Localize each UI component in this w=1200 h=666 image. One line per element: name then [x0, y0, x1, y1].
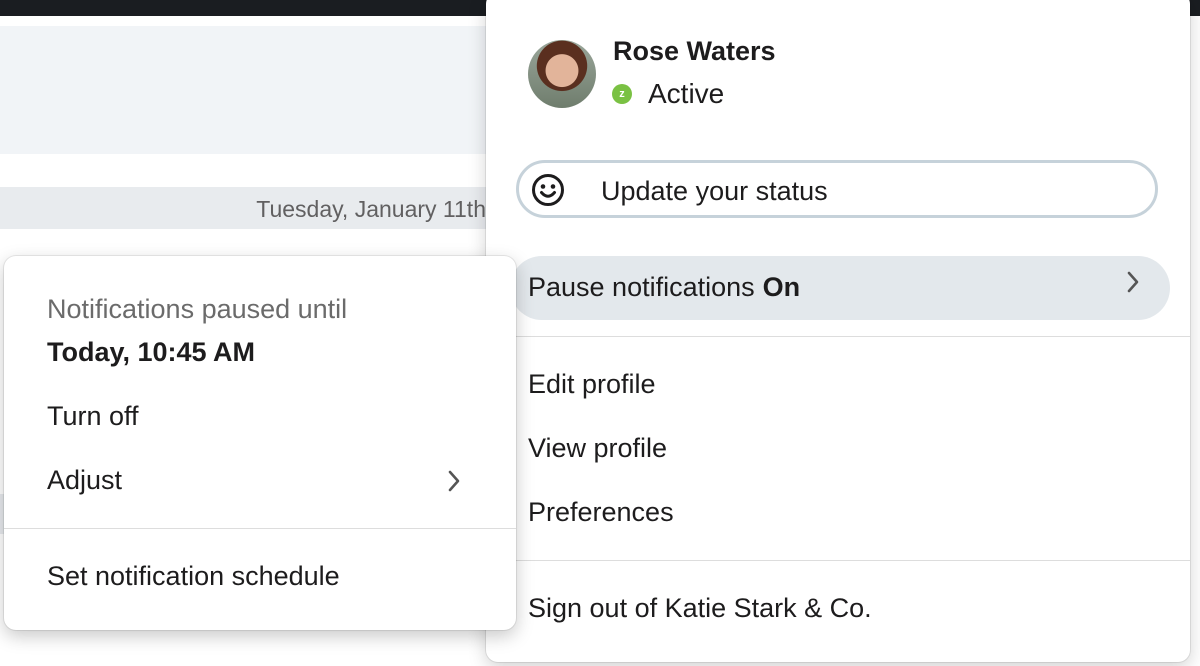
chevron-right-icon [1126, 270, 1140, 301]
turn-off-item[interactable]: Turn off [47, 401, 139, 432]
status-placeholder: Update your status [601, 176, 828, 206]
preferences-item[interactable]: Preferences [528, 497, 674, 528]
pause-notifications-item[interactable]: Pause notifications On [510, 256, 1170, 320]
submenu-divider [4, 528, 516, 529]
set-notification-schedule-item[interactable]: Set notification schedule [47, 561, 340, 592]
presence-label: Active [648, 78, 725, 109]
update-status-button[interactable]: Update your status [516, 160, 1158, 218]
adjust-label: Adjust [47, 465, 123, 495]
edit-profile-item[interactable]: Edit profile [528, 369, 656, 400]
pause-notifications-state: On [762, 272, 801, 302]
menu-divider [486, 560, 1190, 561]
paused-until-time: Today, 10:45 AM [47, 337, 256, 367]
pause-notifications-label: Pause notifications On [528, 272, 801, 302]
adjust-item[interactable]: Adjust [47, 465, 477, 496]
notifications-submenu: Notifications paused until Today, 10:45 … [4, 256, 516, 630]
user-name: Rose Waters [613, 36, 776, 66]
smiley-face-icon [531, 173, 565, 212]
chevron-right-icon [447, 469, 461, 500]
paused-until-label: Notifications paused until [47, 294, 348, 324]
date-divider: Tuesday, January 11th [0, 187, 490, 229]
date-divider-label: Tuesday, January 11th [256, 196, 486, 222]
sign-out-item[interactable]: Sign out of Katie Stark & Co. [528, 593, 872, 624]
avatar [528, 40, 596, 108]
menu-divider [486, 336, 1190, 337]
presence-away-icon: z [612, 84, 632, 104]
view-profile-item[interactable]: View profile [528, 433, 667, 464]
channel-header-background [0, 26, 490, 154]
profile-menu: Rose Waters z Active Update your status … [486, 0, 1190, 662]
